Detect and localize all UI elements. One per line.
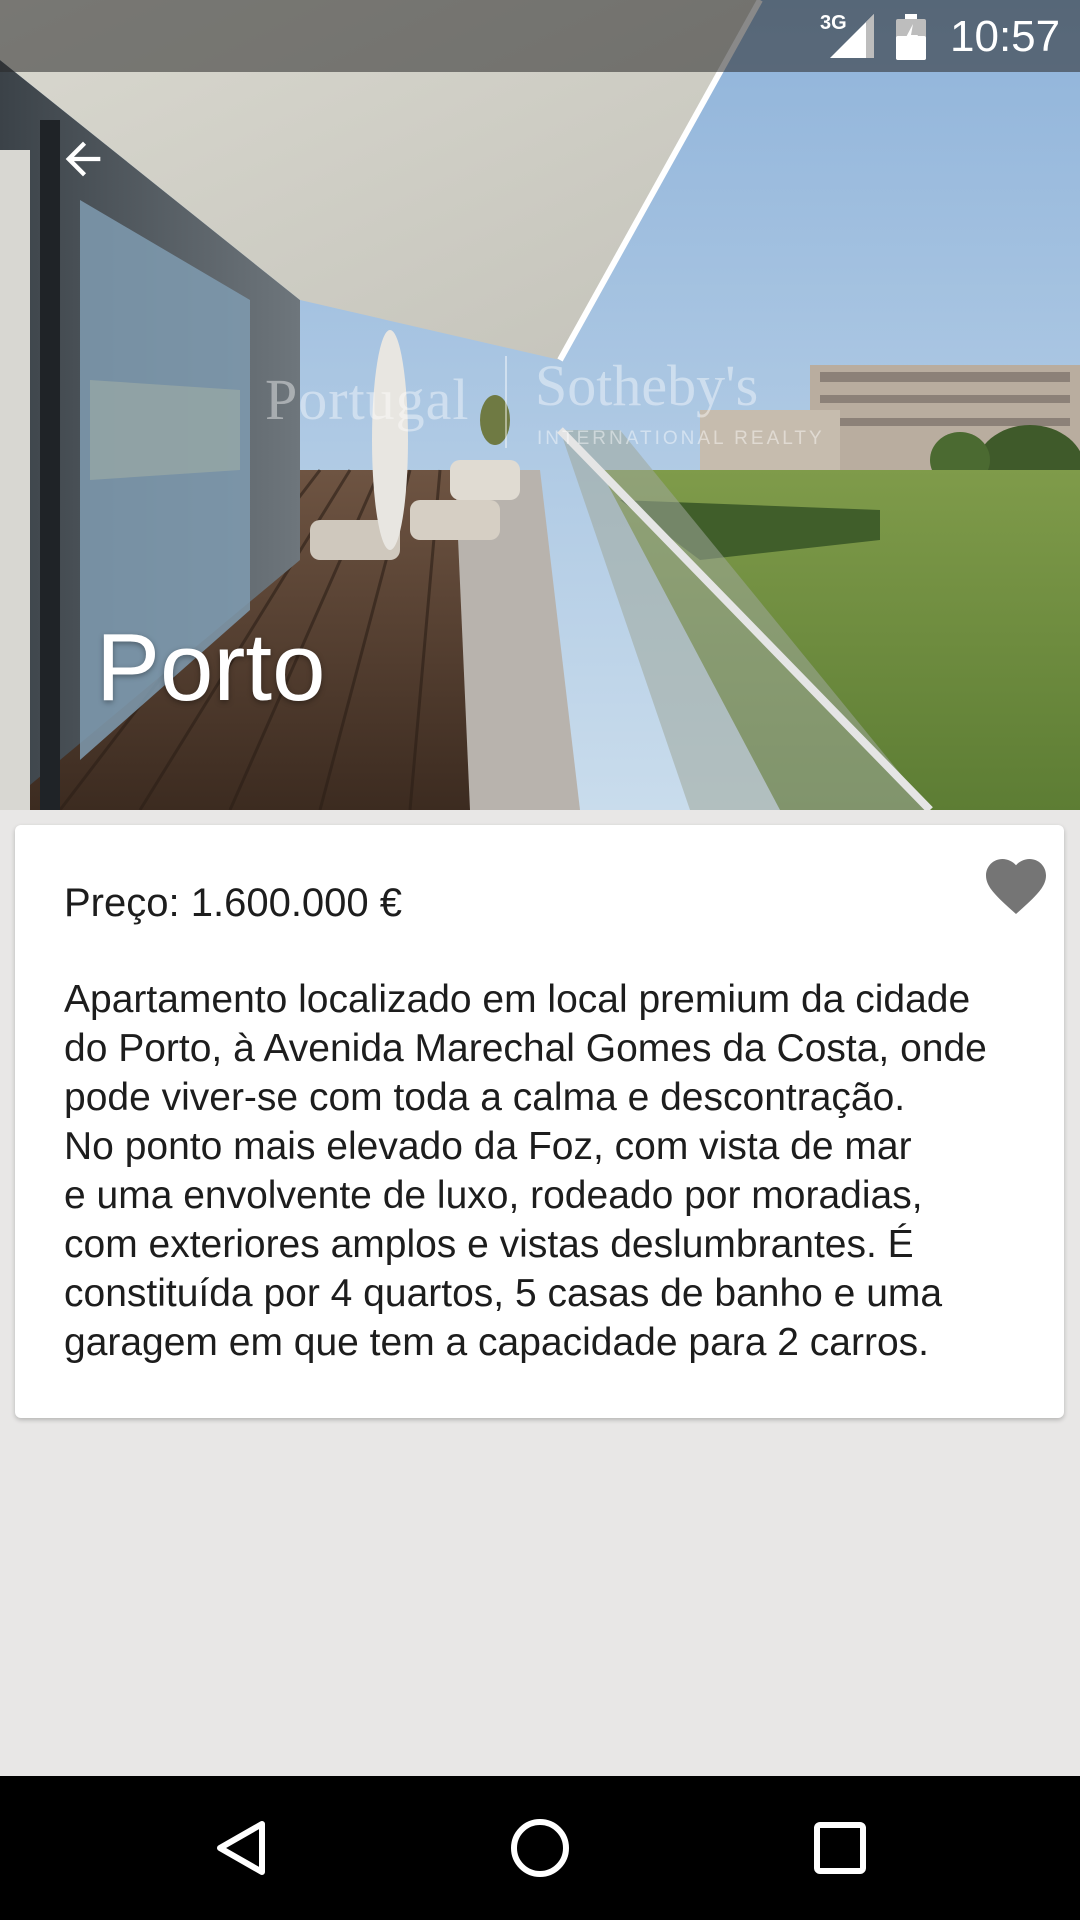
description-text: Apartamento localizado em local premium … bbox=[64, 978, 987, 1364]
city-title: Porto bbox=[96, 614, 326, 721]
nav-home-icon bbox=[511, 1819, 569, 1877]
watermark-sub: INTERNATIONAL REALTY bbox=[537, 428, 825, 449]
navigation-bar bbox=[0, 1776, 1080, 1920]
status-bar: 3G 10:57 bbox=[0, 0, 1080, 72]
back-button[interactable] bbox=[40, 116, 126, 202]
agency-watermark: Portugal Sotheby's INTERNATIONAL REALTY bbox=[265, 352, 825, 462]
hero-image: Portugal Sotheby's INTERNATIONAL REALTY … bbox=[0, 0, 1080, 810]
details-card: Preço: 1.600.000 € Apartamento localizad… bbox=[15, 825, 1064, 1418]
nav-back-icon bbox=[217, 1821, 265, 1875]
nav-home-button[interactable] bbox=[490, 1798, 590, 1898]
nav-back-button[interactable] bbox=[192, 1798, 292, 1898]
screen: Portugal Sotheby's INTERNATIONAL REALTY … bbox=[0, 0, 1080, 1920]
price-label: Preço: 1.600.000 € bbox=[64, 881, 403, 925]
watermark-left: Portugal bbox=[265, 367, 470, 432]
battery-charging-icon bbox=[896, 14, 926, 60]
arrow-back-icon bbox=[65, 141, 101, 177]
clock: 10:57 bbox=[950, 12, 1061, 61]
watermark-right: Sotheby's bbox=[535, 353, 759, 418]
nav-recents-icon bbox=[814, 1822, 866, 1874]
heart-icon bbox=[986, 859, 1046, 915]
watermark-divider bbox=[505, 356, 507, 448]
nav-recents-button[interactable] bbox=[790, 1798, 890, 1898]
cell-signal-icon bbox=[830, 14, 874, 58]
favorite-button[interactable] bbox=[980, 850, 1052, 922]
